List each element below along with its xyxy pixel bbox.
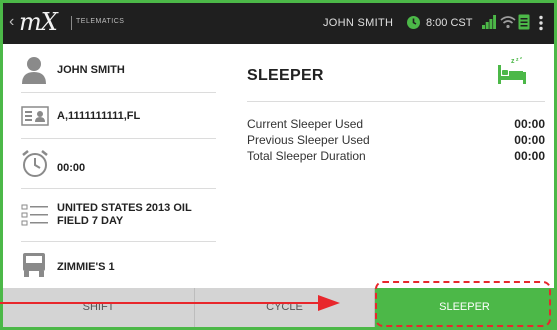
driver-row: JOHN SMITH <box>21 50 216 93</box>
alarm-row: 00:00 <box>21 139 216 189</box>
sleeper-bed-icon: z z z <box>498 56 526 84</box>
top-time: 8:00 CST <box>426 17 473 29</box>
stat-value: 00:00 <box>514 133 545 147</box>
signal-icon <box>482 15 496 29</box>
overflow-menu-icon[interactable] <box>539 15 543 31</box>
top-bar: ‹ mX TELEMATICS JOHN SMITH 8:00 CST <box>3 3 554 44</box>
stat-value: 00:00 <box>514 149 545 163</box>
top-driver-name: JOHN SMITH <box>323 17 394 29</box>
svg-text:z: z <box>516 57 519 63</box>
id-card-icon <box>21 106 49 126</box>
ruleset-row: UNITED STATES 2013 OIL FIELD 7 DAY <box>21 189 216 242</box>
annotation-highlight-box <box>375 281 551 327</box>
driver-name: JOHN SMITH <box>57 64 125 76</box>
stat-label: Total Sleeper Duration <box>247 149 366 163</box>
truck-icon <box>23 253 45 277</box>
stat-row-previous: Previous Sleeper Used 00:00 <box>247 133 545 149</box>
sleeper-divider <box>247 101 545 102</box>
tab-shift[interactable]: SHIFT <box>3 288 194 327</box>
svg-text:z: z <box>520 56 522 60</box>
vehicle-row: ZIMMIE'S 1 <box>21 242 216 286</box>
ruleset-list-icon <box>21 204 48 226</box>
svg-text:z: z <box>511 58 515 65</box>
stat-label: Previous Sleeper Used <box>247 133 370 147</box>
alarm-time: 00:00 <box>57 162 86 174</box>
tab-cycle[interactable]: CYCLE <box>195 288 374 327</box>
sleeper-title: SLEEPER <box>247 67 324 84</box>
person-icon <box>22 57 46 84</box>
stat-value: 00:00 <box>514 117 545 131</box>
vehicle-name: ZIMMIE'S 1 <box>57 261 115 273</box>
driver-info-panel: JOHN SMITH A,1111111111,FL 00:00 UNITED … <box>3 44 233 288</box>
back-chevron-icon[interactable]: ‹ <box>9 13 14 31</box>
clock-icon <box>407 16 420 29</box>
sleeper-panel: SLEEPER z z z Current Sleeper Used 00:00… <box>233 44 554 288</box>
license-row: A,1111111111,FL <box>21 93 216 139</box>
alarm-clock-icon <box>22 150 48 177</box>
ruleset-name: UNITED STATES 2013 OIL FIELD 7 DAY <box>57 202 192 227</box>
stat-row-current: Current Sleeper Used 00:00 <box>247 117 545 133</box>
stat-row-total: Total Sleeper Duration 00:00 <box>247 149 545 165</box>
stat-label: Current Sleeper Used <box>247 117 364 131</box>
mix-logo: mX <box>19 8 58 36</box>
license-number: A,1111111111,FL <box>57 110 141 122</box>
telematics-label: TELEMATICS <box>76 18 125 25</box>
annotation-arrow-head <box>318 295 340 311</box>
document-icon[interactable] <box>518 14 530 30</box>
logo-divider <box>71 16 72 30</box>
app-window: ‹ mX TELEMATICS JOHN SMITH 8:00 CST JOHN… <box>3 3 554 327</box>
wifi-icon <box>500 16 516 29</box>
annotation-arrow-line <box>0 302 320 304</box>
